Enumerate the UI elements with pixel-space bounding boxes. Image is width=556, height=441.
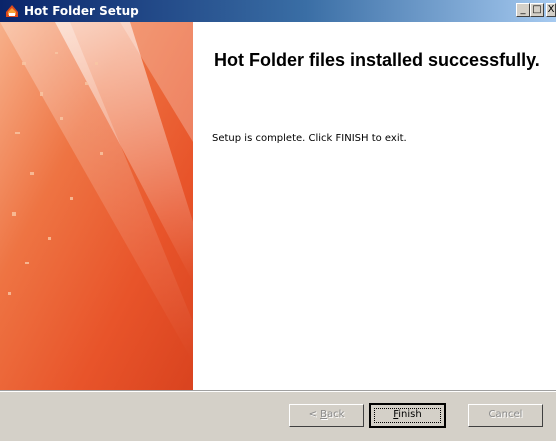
wizard-footer: < Back Finish Cancel [0,392,556,441]
page-title: Hot Folder files installed successfully. [214,50,540,70]
hot-folder-app-icon [6,5,18,17]
finish-button-label: inish [398,409,422,420]
back-button-prefix: < [308,409,321,420]
finish-button[interactable]: Finish [369,403,446,428]
wizard-content: Hot Folder files installed successfully.… [193,22,556,390]
back-button-label: ack [327,409,345,420]
close-button[interactable]: X [546,3,556,17]
window-title: Hot Folder Setup [24,4,139,18]
banner-graphic [0,22,193,390]
back-button[interactable]: < Back [289,404,364,427]
minimize-button[interactable]: _ [516,3,530,17]
completion-message: Setup is complete. Click FINISH to exit. [212,133,407,144]
minimize-icon: _ [520,4,526,15]
maximize-button[interactable]: □ [530,3,544,17]
close-icon: X [547,4,555,15]
title-bar[interactable]: Hot Folder Setup _ □ X [0,0,556,22]
cancel-button-label: Cancel [488,409,523,420]
back-button-accel: B [320,409,327,420]
cancel-button[interactable]: Cancel [468,404,543,427]
maximize-icon: □ [532,4,542,15]
wizard-banner-image [0,22,193,390]
